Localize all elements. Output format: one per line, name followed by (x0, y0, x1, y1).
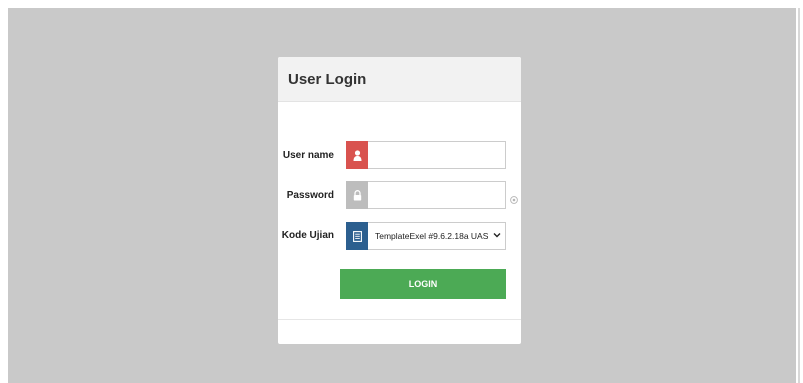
username-input-group (346, 141, 506, 169)
eye-icon[interactable] (510, 191, 518, 204)
panel-footer-divider (278, 319, 521, 320)
panel-header: User Login (278, 57, 521, 102)
panel-title: User Login (288, 71, 367, 88)
exam-code-selected-value: TemplateExel #9.6.2.18a UAS (375, 231, 489, 241)
password-input[interactable] (368, 181, 506, 209)
password-input-group (346, 181, 506, 209)
password-label: Password (286, 190, 334, 201)
exam-code-select[interactable]: TemplateExel #9.6.2.18a UAS (368, 222, 506, 250)
username-label: User name (282, 150, 334, 161)
username-input[interactable] (368, 141, 506, 169)
document-icon (346, 222, 368, 250)
exam-code-input-group: TemplateExel #9.6.2.18a UAS (346, 222, 506, 250)
exam-code-label: Kode Ujian (281, 230, 334, 241)
login-panel: User Login User name Password Kode Ujian (278, 57, 521, 344)
scrollbar-track[interactable] (798, 8, 800, 383)
chevron-down-icon (493, 233, 501, 238)
login-button[interactable]: LOGIN (340, 269, 506, 299)
lock-icon (346, 181, 368, 209)
user-icon (346, 141, 368, 169)
